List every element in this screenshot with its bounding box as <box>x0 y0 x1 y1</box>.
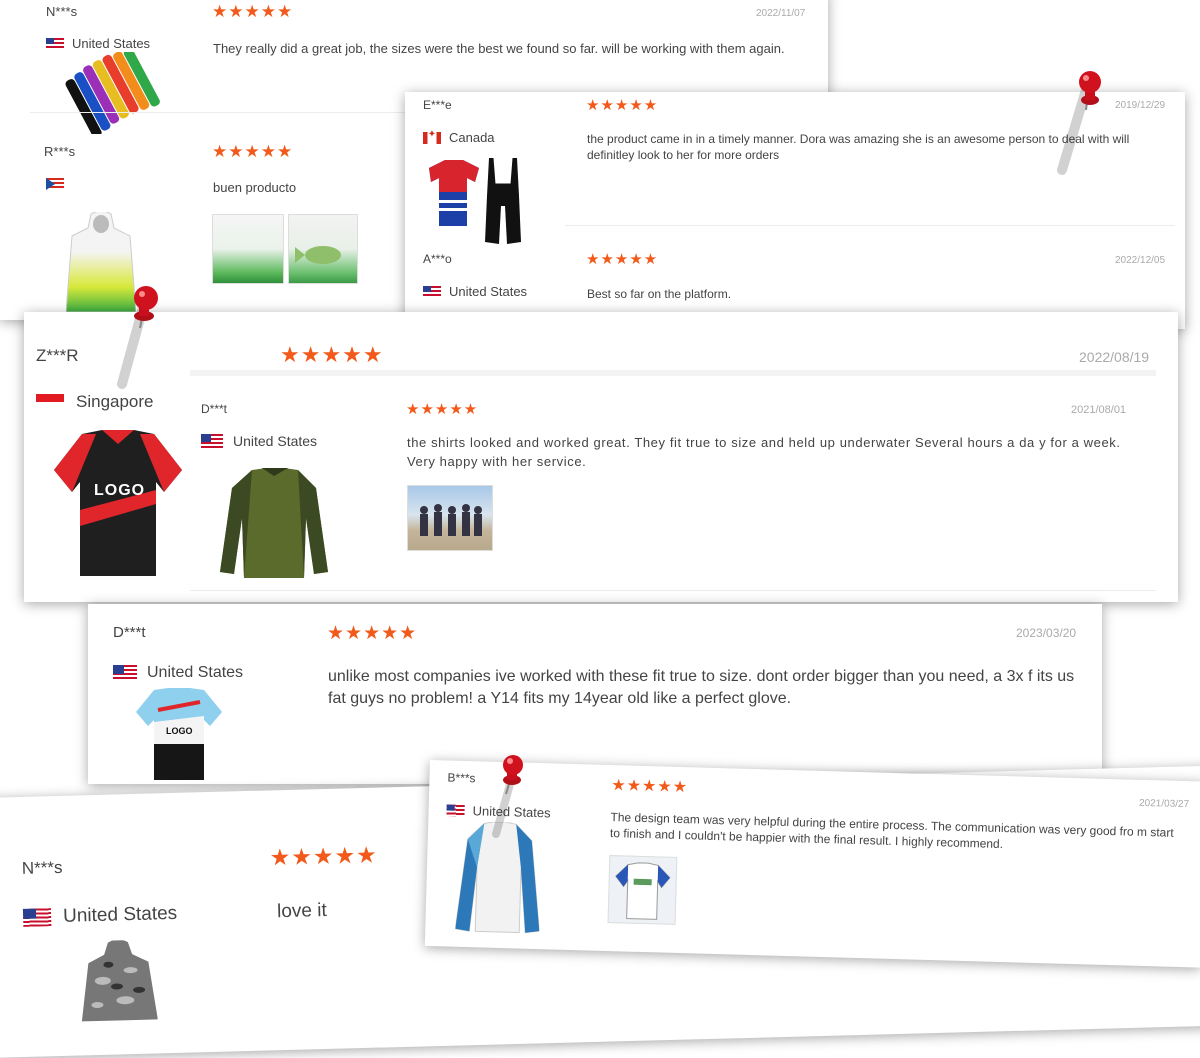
review-card-3: Z***R ★★★★★ 2022/08/19 Singapore LOGO D*… <box>24 312 1178 602</box>
review-text: They really did a great job, the sizes w… <box>213 41 785 56</box>
reviewer-name: Z***R <box>36 346 79 365</box>
review-date: 2022/11/07 <box>756 8 806 19</box>
shirt-photo <box>615 862 671 920</box>
country-label: United States <box>147 664 244 681</box>
reviewer-country: Canada <box>423 129 495 145</box>
reviewer-name: N***s <box>46 4 78 19</box>
review-divider <box>190 590 1156 591</box>
country-label: United States <box>62 902 178 927</box>
rating-stars: ★★★★★ <box>269 841 379 871</box>
review-text: the shirts looked and worked great. They… <box>407 435 1121 469</box>
product-image-logo-jersey <box>54 430 182 576</box>
review-date: 2021/03/27 <box>1138 797 1190 811</box>
us-flag-icon <box>446 803 465 817</box>
reviewer-name: N***s <box>21 857 63 878</box>
review-text: buen producto <box>213 180 297 195</box>
us-flag-icon <box>201 434 223 448</box>
reviewer-country: United States <box>46 36 150 51</box>
us-flag-icon <box>46 37 64 50</box>
rating-stars: ★★★★★ <box>406 401 479 418</box>
country-label: Canada <box>449 130 495 145</box>
pr-flag-icon <box>46 178 64 190</box>
reviewer-country: United States <box>113 664 243 682</box>
review-photo[interactable] <box>288 214 358 284</box>
fish-graphic <box>295 246 341 264</box>
reviewer-name: A***o <box>423 252 452 266</box>
jersey-logo-text: LOGO <box>166 726 193 736</box>
review-text: unlike most companies ive worked with th… <box>328 668 1075 707</box>
country-label: United States <box>72 36 151 51</box>
jersey-logo-text: LOGO <box>94 482 146 499</box>
push-pin-icon <box>492 755 523 838</box>
reviewer-name: D***t <box>201 402 228 416</box>
review-photo[interactable] <box>607 855 678 925</box>
country-label: Singapore <box>76 392 154 411</box>
singapore-flag-icon <box>36 394 64 410</box>
review-text: The design team was very helpful during … <box>609 810 1174 852</box>
rating-stars: ★★★★★ <box>586 97 659 114</box>
rating-stars: ★★★★★ <box>586 251 659 268</box>
rating-stars: ★★★★★ <box>280 342 384 367</box>
group-photo <box>420 504 482 536</box>
canada-flag-icon <box>423 129 441 144</box>
review-card-4: D***t ★★★★★ 2023/03/20 United States unl… <box>88 604 1102 784</box>
reviewer-name: R***s <box>44 144 76 159</box>
review-photo[interactable] <box>407 485 493 551</box>
review-text: Best so far on the platform. <box>587 287 732 301</box>
review-divider <box>565 225 1175 226</box>
reviewer-country: United States <box>201 433 317 449</box>
review-divider <box>190 370 1156 376</box>
us-flag-icon <box>423 285 441 298</box>
us-flag-icon <box>22 908 52 927</box>
product-image-arm-sleeves <box>65 52 160 134</box>
rating-stars: ★★★★★ <box>327 623 418 644</box>
rating-stars: ★★★★★ <box>212 2 294 21</box>
review-photo[interactable] <box>212 214 284 284</box>
review-date: 2021/08/01 <box>1071 404 1127 416</box>
product-image-cycling-kit <box>429 157 521 244</box>
us-flag-icon <box>113 665 137 681</box>
product-image-camo-hoodie <box>81 939 158 1022</box>
country-label: United States <box>233 433 318 449</box>
push-pin-icon <box>117 286 158 389</box>
rating-stars: ★★★★★ <box>212 142 294 161</box>
review-date: 2019/12/29 <box>1115 100 1166 111</box>
rating-stars: ★★★★★ <box>611 777 689 797</box>
country-label: United States <box>449 284 528 299</box>
reviewer-name: E***e <box>423 98 452 112</box>
push-pin-icon <box>1057 71 1101 175</box>
review-text: love it <box>276 899 327 923</box>
review-date: 2023/03/20 <box>1016 626 1077 640</box>
reviewer-name: B***s <box>447 770 476 786</box>
reviewer-country: United States <box>22 902 178 929</box>
reviewer-name: D***t <box>113 624 146 641</box>
review-date: 2022/12/05 <box>1115 255 1166 266</box>
review-date: 2022/08/19 <box>1079 349 1150 365</box>
reviewer-country: Singapore <box>36 392 154 412</box>
product-image-fishing-shirt <box>220 468 328 578</box>
review-card-6: B***s ★★★★★ 2021/03/27 United States The… <box>424 760 1200 968</box>
reviewer-country: United States <box>423 284 527 299</box>
